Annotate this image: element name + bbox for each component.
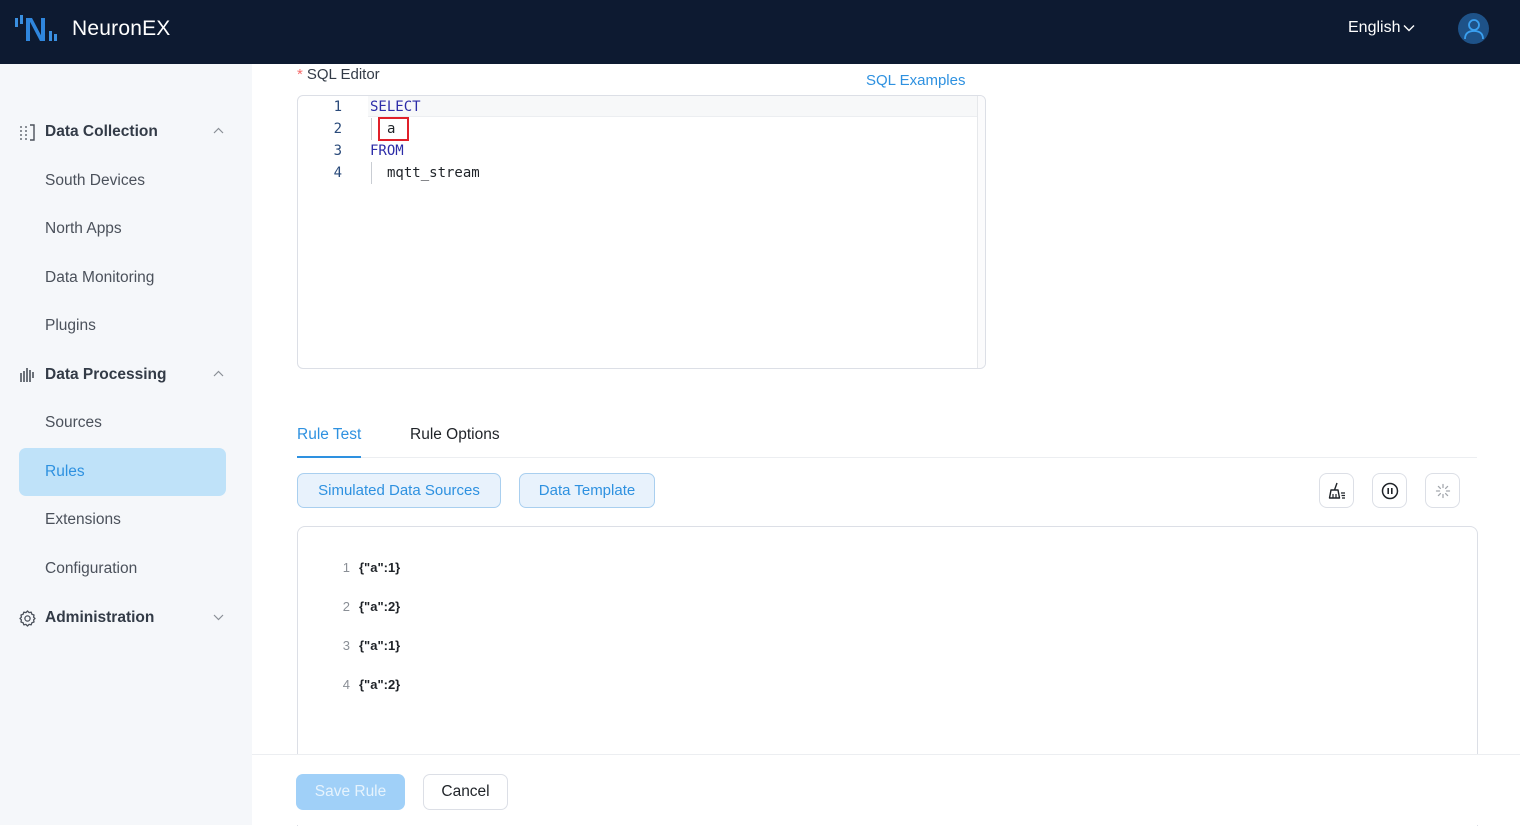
output-value: {"a":2} [359, 598, 401, 614]
language-selector[interactable]: English [1348, 19, 1415, 37]
output-value: {"a":1} [359, 559, 401, 575]
line-number: 4 [333, 165, 342, 181]
language-label: English [1348, 19, 1401, 36]
output-value: {"a":1} [359, 637, 401, 653]
sidebar-item-label: Configuration [45, 560, 138, 577]
line-number: 2 [333, 121, 342, 137]
code-text: mqtt_stream [387, 165, 480, 181]
sidebar-group-administration[interactable]: Administration [0, 598, 252, 638]
sidebar-item-label: Extensions [45, 511, 121, 528]
top-bar: NeuronEX English [0, 0, 1520, 64]
loading-spinner-icon [1435, 483, 1450, 498]
sidebar-item-rules[interactable]: Rules [19, 448, 226, 496]
sidebar-item-label: Data Monitoring [45, 269, 155, 286]
sql-examples-link[interactable]: SQL Examples [866, 72, 966, 89]
form-footer: Save Rule Cancel [252, 754, 1520, 825]
save-rule-button[interactable]: Save Rule [296, 774, 405, 810]
data-template-button[interactable]: Data Template [519, 473, 655, 508]
neuronex-logo-icon [15, 15, 57, 41]
sidebar-item-data-monitoring[interactable]: Data Monitoring [19, 254, 226, 302]
simulated-data-sources-button[interactable]: Simulated Data Sources [297, 473, 501, 508]
chevron-down-icon [1403, 25, 1415, 32]
output-line-number: 1 [342, 559, 350, 575]
clear-output-button[interactable] [1319, 473, 1354, 508]
output-line-number: 4 [342, 676, 350, 692]
cancel-button[interactable]: Cancel [423, 774, 508, 810]
main-content: * SQL Editor SQL Examples 1 SELECT 2 a 3 … [252, 64, 1520, 826]
indent-guide [371, 118, 372, 140]
loading-button[interactable] [1425, 473, 1460, 508]
indent-guide [371, 162, 372, 184]
code-line: 4 mqtt_stream [298, 162, 978, 184]
output-line: 4 {"a":2} [338, 674, 400, 694]
chevron-up-icon [213, 127, 224, 134]
sidebar-item-extensions[interactable]: Extensions [19, 496, 226, 544]
code-text: SELECT [370, 99, 421, 115]
data-processing-icon [20, 368, 34, 382]
output-value: {"a":2} [359, 676, 401, 692]
sidebar: Data Collection South Devices North Apps… [0, 64, 252, 825]
sidebar-item-label: Rules [45, 463, 85, 480]
sidebar-item-label: Sources [45, 414, 102, 431]
sidebar-item-configuration[interactable]: Configuration [19, 545, 226, 593]
sidebar-item-label: South Devices [45, 172, 145, 189]
chevron-up-icon [213, 370, 224, 377]
app-name: NeuronEX [72, 17, 171, 40]
tab-rule-options[interactable]: Rule Options [410, 426, 500, 458]
code-line: 1 SELECT [298, 96, 978, 118]
required-mark: * [297, 66, 303, 83]
output-line: 1 {"a":1} [338, 557, 400, 577]
sidebar-item-plugins[interactable]: Plugins [19, 302, 226, 350]
sidebar-item-sources[interactable]: Sources [19, 399, 226, 447]
sidebar-group-label: Data Processing [45, 366, 167, 383]
rule-tabs: Rule Test Rule Options [297, 420, 1477, 458]
output-line-number: 3 [342, 637, 350, 653]
sidebar-group-data-processing[interactable]: Data Processing [0, 355, 252, 395]
code-line: 3 FROM [298, 140, 978, 162]
user-avatar-icon [1463, 18, 1484, 39]
chevron-down-icon [213, 614, 224, 621]
pause-button[interactable] [1372, 473, 1407, 508]
output-line-number: 2 [342, 598, 350, 614]
line-number: 1 [333, 99, 342, 115]
sql-editor-label-text: SQL Editor [306, 66, 380, 83]
sidebar-group-label: Data Collection [45, 123, 158, 140]
editor-scrollbar[interactable] [977, 96, 985, 368]
line-number: 3 [333, 143, 342, 159]
sidebar-item-label: North Apps [45, 220, 122, 237]
user-avatar[interactable] [1458, 13, 1489, 44]
data-collection-icon [20, 124, 35, 141]
clear-broom-icon [1328, 482, 1345, 499]
output-line: 3 {"a":1} [338, 635, 400, 655]
sidebar-item-south-devices[interactable]: South Devices [19, 157, 226, 205]
sidebar-group-data-collection[interactable]: Data Collection [0, 112, 252, 152]
code-text: FROM [370, 143, 404, 159]
sql-editor-label: * SQL Editor [297, 66, 380, 83]
sql-editor[interactable]: 1 SELECT 2 a 3 FROM 4 mqtt_stream [297, 95, 986, 369]
output-line: 2 {"a":2} [338, 596, 400, 616]
tab-rule-test[interactable]: Rule Test [297, 426, 362, 458]
pause-icon [1381, 482, 1398, 499]
sidebar-group-label: Administration [45, 609, 155, 626]
highlight-box [378, 117, 409, 141]
logo[interactable]: NeuronEX [14, 14, 171, 44]
gear-icon [19, 610, 36, 627]
sidebar-item-label: Plugins [45, 317, 96, 334]
sidebar-item-north-apps[interactable]: North Apps [19, 205, 226, 253]
